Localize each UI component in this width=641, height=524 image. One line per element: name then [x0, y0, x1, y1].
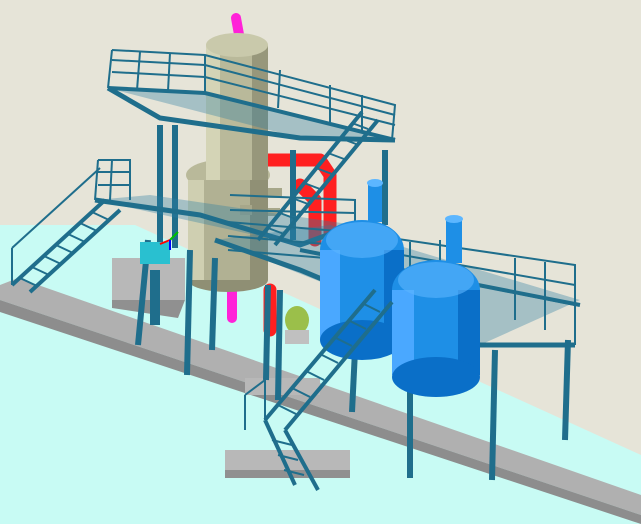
pump: [285, 306, 309, 344]
plant-3d-model: [0, 0, 641, 524]
3d-viewport[interactable]: [0, 0, 641, 524]
